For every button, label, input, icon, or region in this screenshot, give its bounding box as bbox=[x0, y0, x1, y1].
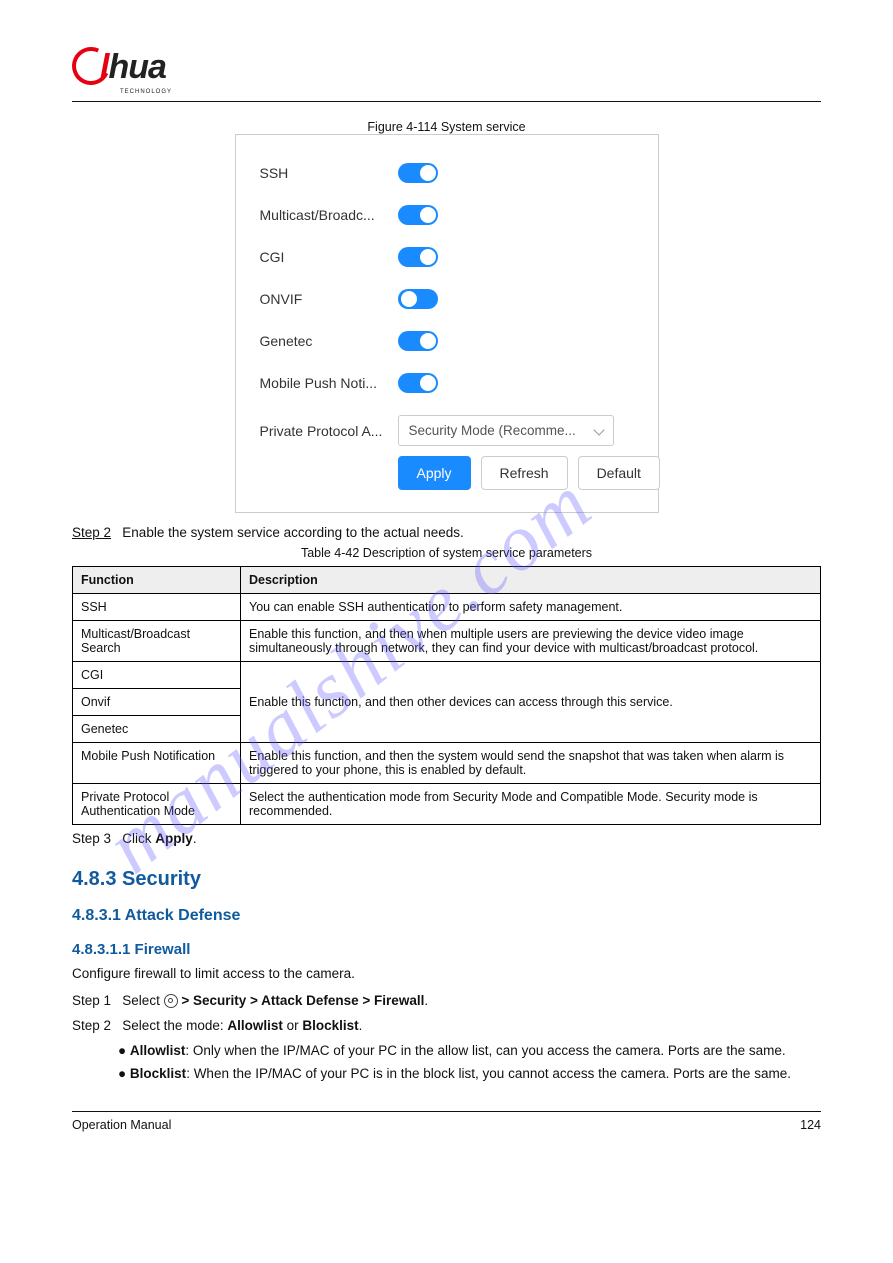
brand-logo: lhua bbox=[72, 44, 821, 87]
table-header-function: Function bbox=[73, 567, 241, 594]
protocol-select[interactable]: Security Mode (Recomme... bbox=[398, 415, 614, 446]
firewall-step-2: Step 2 Select the mode: Allowlist or Blo… bbox=[72, 1016, 821, 1037]
protocol-row: Private Protocol A... Security Mode (Rec… bbox=[260, 415, 634, 446]
cell-function: Mobile Push Notification bbox=[73, 743, 241, 784]
toggle-row-multicast: Multicast/Broadc... bbox=[260, 205, 634, 225]
cell-function: Multicast/Broadcast Search bbox=[73, 621, 241, 662]
cgi-toggle[interactable] bbox=[398, 247, 438, 267]
ssh-toggle[interactable] bbox=[398, 163, 438, 183]
logo-swirl-icon bbox=[72, 44, 106, 78]
firewall-step-1-a: Select bbox=[122, 993, 163, 1008]
step-3: Step 3 Click Apply. bbox=[72, 831, 821, 846]
table-row: SSH You can enable SSH authentication to… bbox=[73, 594, 821, 621]
cell-function: Private Protocol Authentication Mode bbox=[73, 784, 241, 825]
toggle-row-mobile-push: Mobile Push Noti... bbox=[260, 373, 634, 393]
heading-attack-defense: 4.8.3.1 Attack Defense bbox=[72, 907, 821, 925]
cell-description: Select the authentication mode from Secu… bbox=[241, 784, 821, 825]
footer: Operation Manual 124 bbox=[72, 1111, 821, 1132]
settings-icon bbox=[164, 994, 178, 1008]
firewall-intro: Configure firewall to limit access to th… bbox=[72, 964, 821, 985]
firewall-step-2-b: Allowlist bbox=[227, 1018, 283, 1033]
cell-function: SSH bbox=[73, 594, 241, 621]
firewall-step-2-d: Blocklist bbox=[302, 1018, 358, 1033]
parameters-table: Function Description SSH You can enable … bbox=[72, 566, 821, 825]
chevron-down-icon bbox=[593, 424, 604, 435]
toggle-label: Mobile Push Noti... bbox=[260, 375, 398, 391]
protocol-select-value: Security Mode (Recomme... bbox=[409, 423, 576, 438]
toggle-row-onvif: ONVIF bbox=[260, 289, 634, 309]
refresh-button[interactable]: Refresh bbox=[481, 456, 568, 490]
table-row: Multicast/Broadcast Search Enable this f… bbox=[73, 621, 821, 662]
step-2: Step 2 Enable the system service accordi… bbox=[72, 525, 821, 540]
bullet-blocklist-text: : When the IP/MAC of your PC is in the b… bbox=[186, 1066, 791, 1081]
cell-description: You can enable SSH authentication to per… bbox=[241, 594, 821, 621]
panel-button-row: Apply Refresh Default bbox=[398, 456, 634, 490]
cell-description: Enable this function, and then when mult… bbox=[241, 621, 821, 662]
firewall-step-1-c: . bbox=[424, 993, 428, 1008]
firewall-step-2-e: . bbox=[359, 1018, 363, 1033]
toggle-row-genetec: Genetec bbox=[260, 331, 634, 351]
firewall-step-2-c: or bbox=[283, 1018, 303, 1033]
heading-security: 4.8.3 Security bbox=[72, 868, 821, 891]
bullet-allowlist-text: : Only when the IP/MAC of your PC in the… bbox=[185, 1043, 785, 1058]
cell-function: Genetec bbox=[73, 716, 241, 743]
default-button[interactable]: Default bbox=[578, 456, 660, 490]
bullet-blocklist-label: Blocklist bbox=[130, 1066, 186, 1081]
step-3-text-b: Apply bbox=[155, 831, 193, 846]
step-2-text: Enable the system service according to t… bbox=[122, 525, 463, 540]
step-3-text-a: Click bbox=[122, 831, 155, 846]
header-divider bbox=[72, 101, 821, 102]
table-row: Mobile Push Notification Enable this fun… bbox=[73, 743, 821, 784]
firewall-step-1-prefix: Step 1 bbox=[72, 993, 111, 1008]
genetec-toggle[interactable] bbox=[398, 331, 438, 351]
firewall-step-1: Step 1 Select > Security > Attack Defens… bbox=[72, 991, 821, 1012]
brand-logo-subtext: TECHNOLOGY bbox=[120, 89, 821, 95]
cell-function: Onvif bbox=[73, 689, 241, 716]
toggle-row-ssh: SSH bbox=[260, 163, 634, 183]
table-row: Private Protocol Authentication Mode Sel… bbox=[73, 784, 821, 825]
firewall-step-2-a: Select the mode: bbox=[122, 1018, 227, 1033]
toggle-label: ONVIF bbox=[260, 291, 398, 307]
firewall-step-1-b: > Security > Attack Defense > Firewall bbox=[181, 993, 424, 1008]
footer-right: 124 bbox=[800, 1118, 821, 1132]
firewall-step-2-prefix: Step 2 bbox=[72, 1018, 111, 1033]
toggle-label: Genetec bbox=[260, 333, 398, 349]
bullet-blocklist: ● Blocklist: When the IP/MAC of your PC … bbox=[72, 1064, 821, 1085]
table-header-row: Function Description bbox=[73, 567, 821, 594]
mobile-push-toggle[interactable] bbox=[398, 373, 438, 393]
cell-function: CGI bbox=[73, 662, 241, 689]
figure-caption: Figure 4-114 System service bbox=[72, 120, 821, 134]
multicast-toggle[interactable] bbox=[398, 205, 438, 225]
step-3-prefix: Step 3 bbox=[72, 831, 111, 846]
onvif-toggle[interactable] bbox=[398, 289, 438, 309]
toggle-row-cgi: CGI bbox=[260, 247, 634, 267]
table-header-description: Description bbox=[241, 567, 821, 594]
bullet-allowlist: ● Allowlist: Only when the IP/MAC of you… bbox=[72, 1041, 821, 1062]
protocol-label: Private Protocol A... bbox=[260, 423, 398, 439]
toggle-label: SSH bbox=[260, 165, 398, 181]
brand-logo-text: lhua bbox=[72, 44, 166, 87]
toggle-label: CGI bbox=[260, 249, 398, 265]
step-3-text-c: . bbox=[193, 831, 197, 846]
table-caption: Table 4-42 Description of system service… bbox=[72, 546, 821, 560]
cell-description: Enable this function, and then the syste… bbox=[241, 743, 821, 784]
heading-firewall: 4.8.3.1.1 Firewall bbox=[72, 941, 821, 958]
cell-description-merged: Enable this function, and then other dev… bbox=[241, 662, 821, 743]
step-2-prefix: Step 2 bbox=[72, 525, 111, 540]
bullet-allowlist-label: Allowlist bbox=[130, 1043, 186, 1058]
system-service-panel: SSH Multicast/Broadc... CGI ONVIF Genete… bbox=[235, 134, 659, 513]
table-row: CGI Enable this function, and then other… bbox=[73, 662, 821, 689]
footer-left: Operation Manual bbox=[72, 1118, 171, 1132]
toggle-label: Multicast/Broadc... bbox=[260, 207, 398, 223]
apply-button[interactable]: Apply bbox=[398, 456, 471, 490]
